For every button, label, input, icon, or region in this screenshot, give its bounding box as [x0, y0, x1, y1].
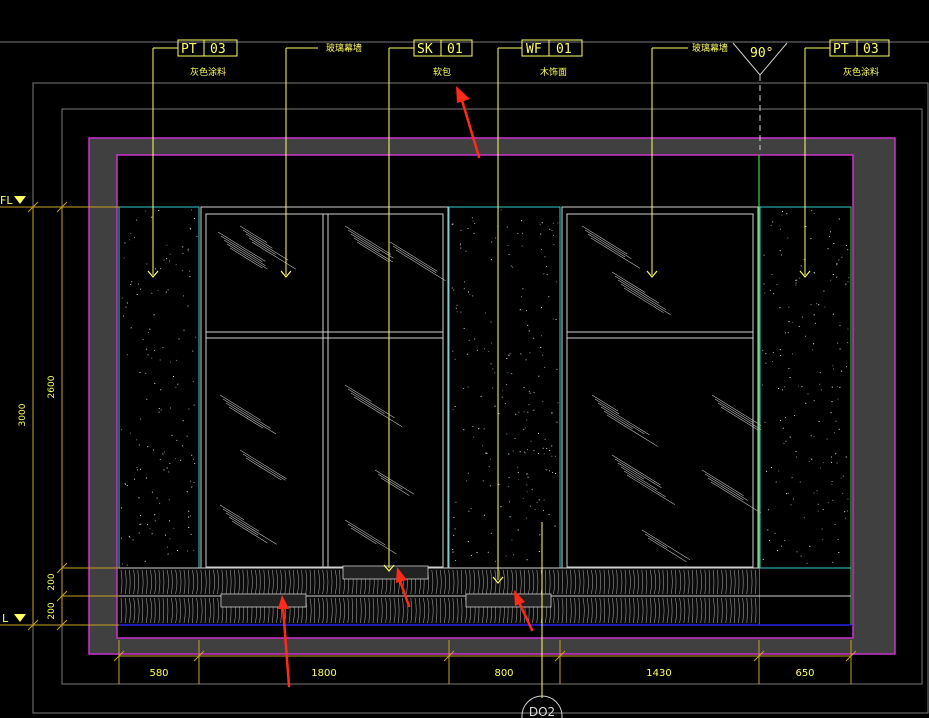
- angle-marker: 90°: [732, 42, 788, 150]
- callout-number: 03: [210, 42, 226, 57]
- dimension-label: 1430: [646, 668, 671, 679]
- callout-code: WF: [526, 42, 542, 57]
- horizontal-dimension-labels: 580 1800 800 1430 650: [149, 668, 814, 679]
- dimension-label: 800: [494, 668, 513, 679]
- callout-description: 玻璃幕墙: [326, 42, 362, 54]
- callout-code: SK: [417, 42, 433, 57]
- wood-base: [119, 565, 851, 626]
- level-label-top: FL: [0, 194, 13, 207]
- callout-code: PT: [833, 42, 849, 57]
- level-label-bottom: L: [2, 612, 9, 625]
- dimension-label: 650: [795, 668, 814, 679]
- dimension-overall: 3000: [18, 403, 28, 426]
- callout-description: 木饰面: [540, 66, 567, 78]
- callout-description: 玻璃幕墙: [692, 42, 728, 54]
- dimension-label: 580: [149, 668, 168, 679]
- callout-description: 灰色涂料: [190, 66, 226, 78]
- dimension-upper: 2600: [47, 375, 57, 398]
- callout-description: 灰色涂料: [843, 66, 879, 78]
- angle-label: 90°: [750, 46, 773, 61]
- dimension-lower: 200: [47, 602, 57, 619]
- dimension-label: 1800: [311, 668, 336, 679]
- callout-number: 01: [447, 42, 463, 57]
- callout-code: PT: [181, 42, 197, 57]
- callout-description: 软包: [433, 66, 451, 78]
- elevation-drawing: 90° PT 03 灰色涂料 玻璃幕墙 SK 01 软包 WF 01 木饰面 玻…: [0, 39, 929, 718]
- section-marker-label: DO2: [529, 705, 555, 718]
- callout-number: 03: [863, 42, 879, 57]
- callout-number: 01: [556, 42, 572, 57]
- dimension-mid: 200: [47, 573, 57, 590]
